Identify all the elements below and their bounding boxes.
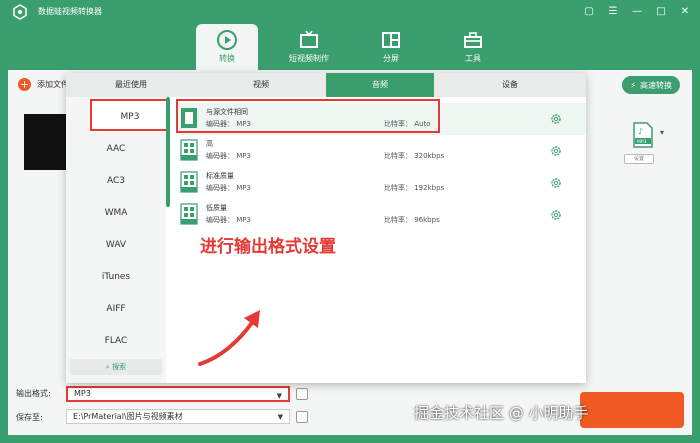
- preset-bitrate: 比特率： 192kbps: [384, 184, 445, 192]
- tab-short-video[interactable]: 短视频制作: [278, 24, 340, 70]
- standard-quality-icon: [180, 171, 198, 193]
- folder-icon[interactable]: [296, 411, 308, 423]
- convert-icon: [217, 30, 237, 50]
- tab-short-video-label: 短视频制作: [289, 54, 329, 63]
- app-logo-icon: [13, 4, 27, 20]
- tab-tools[interactable]: 工具: [442, 24, 504, 70]
- annotation-arrow-icon: [198, 310, 260, 366]
- gear-icon[interactable]: [550, 177, 562, 189]
- high-quality-icon: [180, 139, 198, 161]
- preset-highlight-box: [176, 99, 440, 133]
- tab-split-screen[interactable]: 分屏: [360, 24, 422, 70]
- menu-icon[interactable]: ☰: [606, 4, 620, 18]
- tv-icon: [300, 30, 318, 48]
- chevron-down-icon: ▼: [277, 413, 283, 421]
- tab-audio[interactable]: 音频: [326, 73, 434, 97]
- maximize-icon[interactable]: □: [654, 4, 668, 18]
- preset-item[interactable]: 低质量 编码器： MP3 比特率： 96kbps: [176, 199, 586, 231]
- tab-split-screen-label: 分屏: [383, 54, 399, 63]
- toolbox-icon: [464, 32, 482, 48]
- preset-encoder: 编码器： MP3: [206, 216, 251, 224]
- tab-recent[interactable]: 最近使用: [66, 73, 196, 97]
- category-search-button[interactable]: ⌕ 搜索: [70, 359, 162, 375]
- add-file-button[interactable]: + 添加文件: [18, 78, 69, 91]
- search-label: 搜索: [112, 363, 127, 371]
- save-to-label: 保存至:: [16, 413, 43, 422]
- category-item[interactable]: WMA: [66, 197, 166, 229]
- preset-bitrate: 比特率： 320kbps: [384, 152, 445, 160]
- video-thumbnail[interactable]: [24, 114, 70, 170]
- preset-item[interactable]: 高 编码器： MP3 比特率： 320kbps: [176, 135, 586, 167]
- output-format-label: 输出格式:: [16, 389, 51, 398]
- format-panel-tabs: 最近使用 视频 音频 设备: [66, 73, 586, 97]
- category-scrollbar[interactable]: [166, 97, 170, 207]
- category-item[interactable]: MP3: [90, 99, 170, 131]
- mp3-format-icon[interactable]: ♪ MP3: [632, 122, 654, 148]
- svg-text:MP3: MP3: [637, 139, 647, 145]
- tab-convert[interactable]: 转换: [196, 24, 258, 70]
- chevron-down-icon: ▼: [276, 392, 282, 400]
- add-file-label: 添加文件: [37, 80, 69, 89]
- gear-icon[interactable]: [550, 113, 562, 125]
- gear-icon[interactable]: [550, 209, 562, 221]
- category-item[interactable]: iTunes: [66, 261, 166, 293]
- fast-convert-button[interactable]: ⚡ 高速转换: [622, 76, 680, 94]
- plus-icon: +: [18, 78, 31, 91]
- save-path-value: E:\PrMaterial\图片与视频素材: [73, 412, 183, 421]
- output-format-value: MP3: [74, 389, 91, 398]
- watermark: 掘金技术社区 @ 小明助手: [414, 404, 589, 422]
- tab-convert-label: 转换: [219, 54, 235, 63]
- file-settings-button[interactable]: 设置: [624, 154, 654, 164]
- format-dropdown-arrow-icon[interactable]: ▾: [660, 128, 664, 137]
- low-quality-icon: [180, 203, 198, 225]
- format-category-list: MP3 AAC AC3 WMA WAV iTunes AIFF FLAC: [66, 97, 170, 383]
- save-path-select[interactable]: E:\PrMaterial\图片与视频素材 ▼: [66, 409, 290, 424]
- convert-all-button[interactable]: [580, 392, 684, 428]
- category-item[interactable]: AC3: [66, 165, 166, 197]
- gear-icon[interactable]: [550, 145, 562, 157]
- tab-video[interactable]: 视频: [196, 73, 326, 97]
- lightning-icon: ⚡: [630, 80, 636, 90]
- category-item[interactable]: AIFF: [66, 293, 166, 325]
- preset-name: 低质量: [206, 204, 227, 212]
- search-icon: ⌕: [105, 363, 110, 371]
- preset-bitrate: 比特率： 96kbps: [384, 216, 440, 224]
- annotation-text: 进行输出格式设置: [200, 237, 336, 257]
- preset-encoder: 编码器： MP3: [206, 184, 251, 192]
- fast-convert-label: 高速转换: [640, 80, 672, 90]
- category-item[interactable]: WAV: [66, 229, 166, 261]
- close-icon[interactable]: ✕: [678, 4, 692, 18]
- category-item[interactable]: AAC: [66, 133, 166, 165]
- format-settings-icon[interactable]: [296, 388, 308, 400]
- preset-name: 标准质量: [206, 172, 234, 180]
- tab-tools-label: 工具: [465, 54, 481, 63]
- app-title: 数据蛙视频转换器: [38, 7, 102, 16]
- minimize-icon[interactable]: —: [630, 4, 644, 18]
- title-bar: 数据蛙视频转换器 ▢ ☰ — □ ✕: [0, 0, 700, 24]
- preset-encoder: 编码器： MP3: [206, 152, 251, 160]
- tab-device[interactable]: 设备: [434, 73, 586, 97]
- category-item[interactable]: FLAC: [66, 325, 166, 357]
- preset-name: 高: [206, 140, 213, 148]
- output-format-select[interactable]: MP3 ▼: [66, 386, 290, 402]
- preset-item[interactable]: 标准质量 编码器： MP3 比特率： 192kbps: [176, 167, 586, 199]
- svg-text:♪: ♪: [638, 127, 643, 136]
- chat-icon[interactable]: ▢: [582, 4, 596, 18]
- main-tabs: 转换 短视频制作 分屏 工具: [0, 24, 700, 70]
- split-icon: [382, 32, 400, 48]
